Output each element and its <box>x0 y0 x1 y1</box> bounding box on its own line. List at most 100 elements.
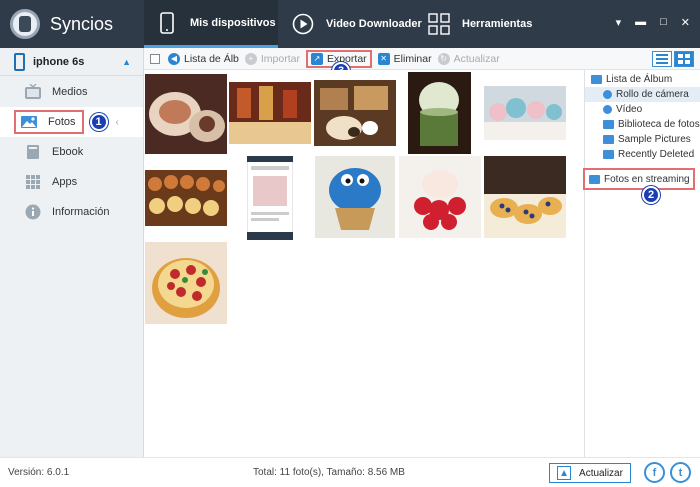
refresh-button[interactable]: ↻ Actualizar <box>437 52 500 65</box>
video-icon <box>603 105 612 114</box>
phone-icon <box>156 11 178 34</box>
album-panel: Lista de Álbum Rollo de cámera Vídeo Bib… <box>583 70 700 457</box>
version-label: Versión: 6.0.1 <box>8 467 70 478</box>
album-root-label: Lista de Álbum <box>606 74 673 85</box>
app-header: Syncios Mis dispositivos Video Downloade… <box>0 0 700 48</box>
album-item-label: Rollo de cámera <box>616 89 689 100</box>
delete-label: Eliminar <box>393 52 432 65</box>
sidebar-item-media[interactable]: Medios <box>0 77 143 107</box>
album-icon <box>589 174 600 184</box>
photo-thumbnail[interactable] <box>247 156 293 240</box>
menu-icon[interactable]: ▾ <box>616 16 622 29</box>
photo-thumbnail[interactable] <box>399 156 481 238</box>
close-icon[interactable]: ✕ <box>681 16 690 29</box>
grid-icon <box>428 13 450 35</box>
list-view-button[interactable] <box>652 50 672 67</box>
camera-icon <box>603 90 612 99</box>
tab-label: Video Downloader <box>326 18 422 30</box>
info-icon <box>24 204 42 220</box>
device-name: iphone 6s <box>33 55 85 68</box>
photos-highlight: Fotos <box>14 110 84 134</box>
brand: Syncios <box>0 0 144 48</box>
device-row[interactable]: iphone 6s ▲ <box>0 48 143 76</box>
photo-thumbnail[interactable] <box>314 80 396 146</box>
twitter-icon[interactable]: t <box>670 462 691 483</box>
album-list-button[interactable]: ◀ Lista de Álb <box>168 52 239 65</box>
album-icon <box>591 75 602 84</box>
list-view-icon <box>656 53 668 64</box>
maximize-icon[interactable]: □ <box>660 16 667 29</box>
sidebar-item-label: Información <box>52 206 110 218</box>
album-item-label: Sample Pictures <box>618 134 691 145</box>
album-item-camera-roll[interactable]: Rollo de cámera <box>585 87 700 102</box>
apps-grid-icon <box>24 174 42 190</box>
grid-view-icon <box>678 53 690 64</box>
minimize-icon[interactable]: ▬ <box>635 16 646 29</box>
delete-button[interactable]: ✕ Eliminar <box>377 52 432 65</box>
window-controls: ▾ ▬ □ ✕ <box>616 16 690 29</box>
tab-label: Herramientas <box>462 18 533 30</box>
album-icon <box>603 135 614 144</box>
upload-icon: ▲ <box>557 466 572 480</box>
toolbar: ◀ Lista de Álb + Importar ↗ Exportar 3 ✕… <box>144 48 700 80</box>
import-icon: + <box>244 52 257 65</box>
album-item-label: Recently Deleted <box>618 149 695 160</box>
sidebar-item-info[interactable]: Información <box>0 197 143 227</box>
import-label: Importar <box>260 52 300 65</box>
sidebar-item-label: Fotos <box>48 116 76 128</box>
photo-thumbnail[interactable] <box>229 82 311 144</box>
facebook-icon[interactable]: f <box>644 462 665 483</box>
trash-icon: ✕ <box>377 52 390 65</box>
tv-icon <box>24 84 42 100</box>
album-item-photo-stream[interactable]: Fotos en streaming <box>583 168 695 190</box>
update-label: Actualizar <box>579 467 623 479</box>
album-item-sample-pictures[interactable]: Sample Pictures <box>585 132 700 147</box>
syncios-logo <box>10 9 40 39</box>
view-toggles <box>652 50 694 67</box>
collapse-arrow-icon: ‹ <box>115 116 119 128</box>
tab-my-devices[interactable]: Mis dispositivos <box>144 0 278 48</box>
photo-thumbnail[interactable] <box>484 156 566 238</box>
sidebar-item-ebook[interactable]: Ebook <box>0 137 143 167</box>
album-icon <box>603 120 614 129</box>
photo-thumbnail[interactable] <box>484 86 566 140</box>
album-item-label: Biblioteca de fotos <box>618 119 700 130</box>
tab-tools[interactable]: Herramientas <box>424 0 564 48</box>
sidebar-item-label: Ebook <box>52 146 84 158</box>
photo-thumbnail[interactable] <box>145 170 227 226</box>
album-root[interactable]: Lista de Álbum <box>585 72 700 87</box>
device-icon <box>14 52 25 71</box>
refresh-icon: ↻ <box>437 52 450 65</box>
album-icon <box>603 150 614 159</box>
album-item-recently-deleted[interactable]: Recently Deleted <box>585 147 700 162</box>
photo-thumbnail[interactable] <box>145 74 227 154</box>
photo-thumbnail[interactable] <box>408 72 471 154</box>
import-button[interactable]: + Importar <box>244 52 300 65</box>
album-item-video[interactable]: Vídeo <box>585 102 700 117</box>
app-name: Syncios <box>50 13 114 34</box>
step-badge-1: 1 <box>89 113 108 131</box>
status-bar: Versión: 6.0.1 Total: 11 foto(s), Tamaño… <box>0 457 700 487</box>
grid-view-button[interactable] <box>674 50 694 67</box>
album-item-photo-library[interactable]: Biblioteca de fotos <box>585 117 700 132</box>
step-badge-2: 2 <box>642 186 660 204</box>
album-item-label: Vídeo <box>616 104 643 115</box>
update-button[interactable]: ▲ Actualizar <box>549 463 631 483</box>
select-all-checkbox[interactable] <box>150 53 160 64</box>
total-label: Total: 11 foto(s), Tamaño: 8.56 MB <box>253 467 405 478</box>
album-list-label: Lista de Álb <box>184 52 239 65</box>
refresh-label: Actualizar <box>453 52 500 65</box>
photo-thumbnail[interactable] <box>145 242 227 324</box>
sidebar-item-label: Medios <box>52 86 88 98</box>
sidebar-item-photos[interactable]: Fotos 1 ‹ <box>0 107 143 137</box>
tab-video-downloader[interactable]: Video Downloader <box>282 0 422 48</box>
album-item-label: Fotos en streaming <box>604 173 690 185</box>
tab-label: Mis dispositivos <box>190 16 276 29</box>
sidebar-item-apps[interactable]: Apps <box>0 167 143 197</box>
sidebar: iphone 6s ▲ Medios Fotos 1 ‹ Ebook Apps <box>0 48 144 457</box>
photo-icon <box>20 114 38 130</box>
eject-icon[interactable]: ▲ <box>122 57 131 67</box>
photo-grid <box>144 70 584 457</box>
photo-thumbnail[interactable] <box>315 156 395 238</box>
export-label: Exportar <box>326 52 367 65</box>
